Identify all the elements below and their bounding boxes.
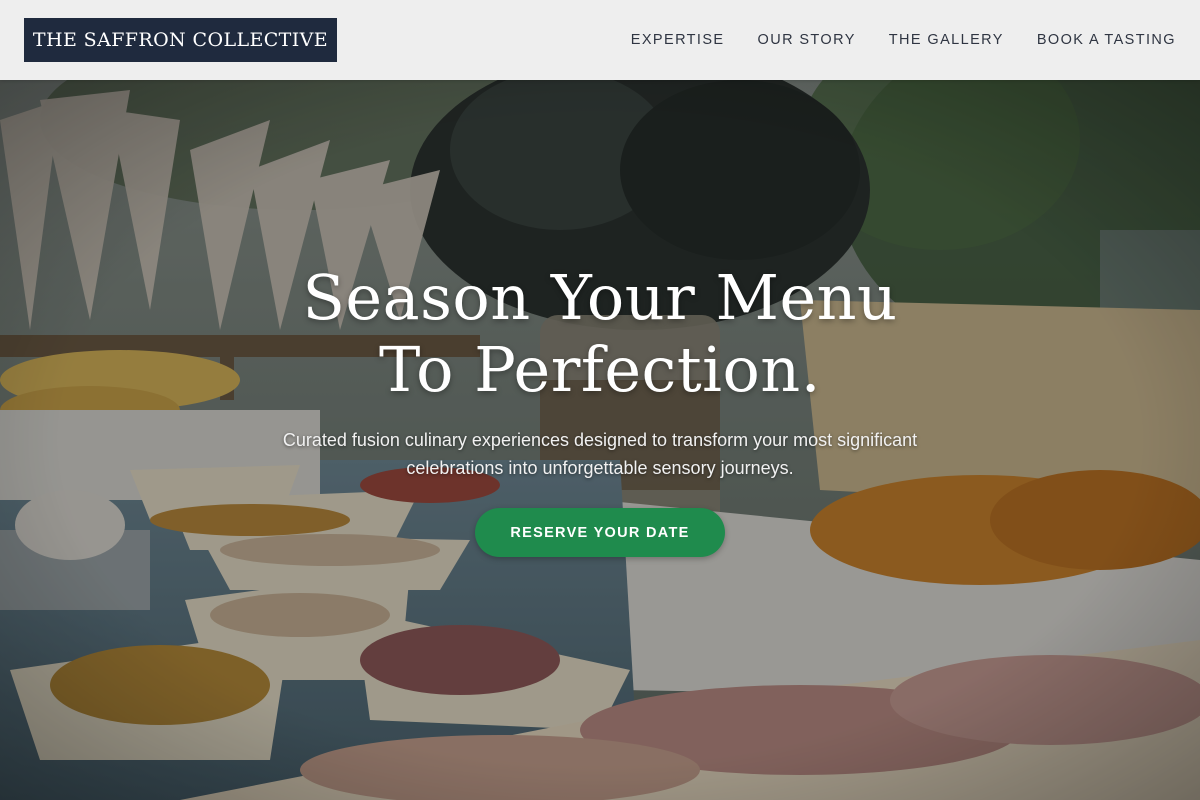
- nav-link-gallery[interactable]: THE GALLERY: [889, 32, 1004, 48]
- hero-headline-line-2: To Perfection.: [379, 333, 821, 406]
- brand-logo[interactable]: THE SAFFRON COLLECTIVE: [24, 18, 337, 62]
- nav-link-book-tasting[interactable]: BOOK A TASTING: [1037, 32, 1176, 48]
- main-nav: EXPERTISE OUR STORY THE GALLERY BOOK A T…: [631, 0, 1176, 80]
- hero-section: Season Your Menu To Perfection. Curated …: [0, 80, 1200, 800]
- site-header: THE SAFFRON COLLECTIVE EXPERTISE OUR STO…: [0, 0, 1200, 80]
- hero-headline: Season Your Menu To Perfection.: [150, 262, 1050, 406]
- hero-headline-line-1: Season Your Menu: [302, 261, 898, 334]
- hero-subtitle: Curated fusion culinary experiences desi…: [282, 430, 918, 478]
- nav-link-expertise[interactable]: EXPERTISE: [631, 32, 725, 48]
- hero-content: Season Your Menu To Perfection. Curated …: [0, 80, 1200, 800]
- reserve-date-button[interactable]: RESERVE YOUR DATE: [475, 508, 725, 557]
- nav-link-our-story[interactable]: OUR STORY: [758, 32, 856, 48]
